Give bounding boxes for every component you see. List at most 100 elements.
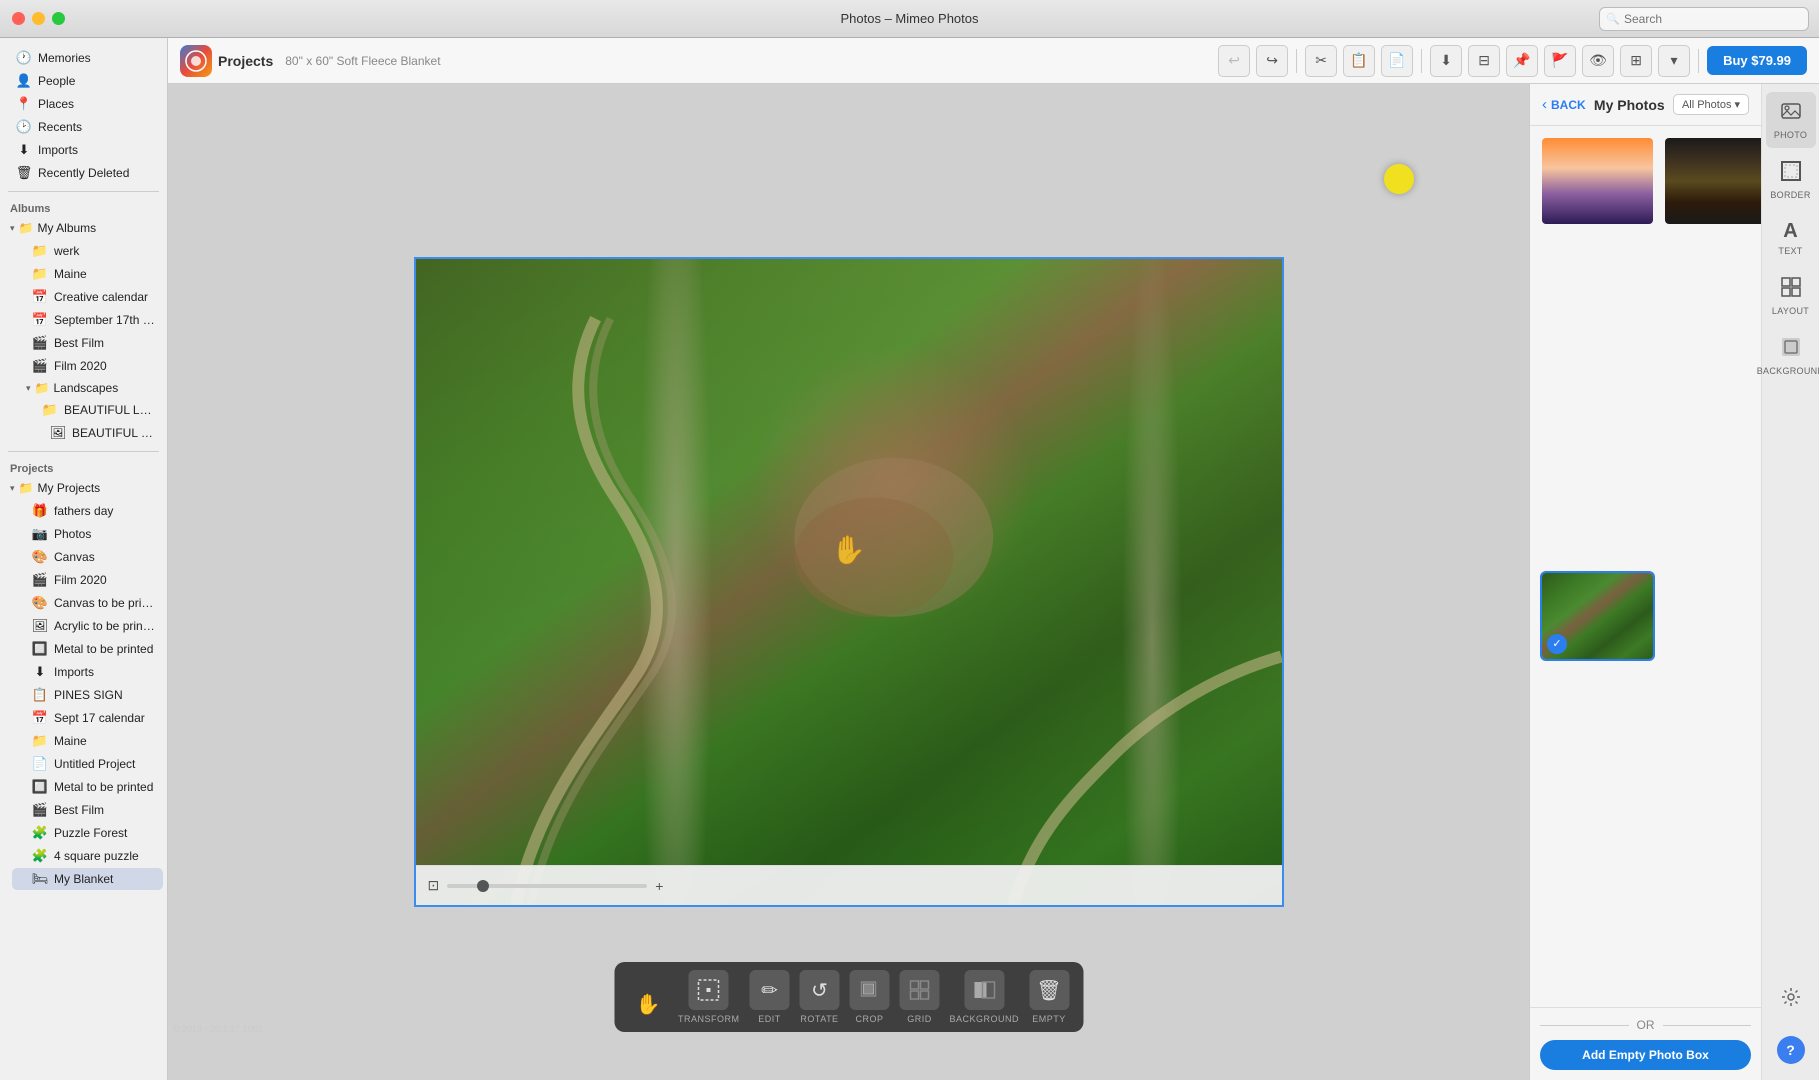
minimize-button[interactable] [32,12,45,25]
photo-thumb-aerial-selected[interactable]: ✓ [1540,571,1655,661]
more-button[interactable]: ▾ [1658,45,1690,77]
beautiful-l-icon: 🖼 [50,425,66,441]
maine-icon: 📁 [32,266,48,282]
sidebar-album-film2020[interactable]: 🎬 Film 2020 [12,355,163,377]
ri-text[interactable]: A TEXT [1766,212,1816,264]
tool-edit[interactable]: ✏ EDIT [749,970,789,1024]
sidebar-item-imports[interactable]: ⬇ Imports [4,139,163,161]
sidebar-project-photos[interactable]: 📷 Photos [12,523,163,545]
my-projects-toggle[interactable]: ▾ 📁 My Projects [4,478,163,498]
text-panel-label: TEXT [1778,246,1802,256]
sidebar-project-film2020[interactable]: 🎬 Film 2020 [12,569,163,591]
right-panel-header: ‹ BACK My Photos All Photos ▾ [1530,84,1761,126]
transform-icon [689,970,729,1010]
sidebar-project-acrylic[interactable]: 🖼 Acrylic to be printed [12,615,163,637]
tool-background[interactable]: BACKGROUND [949,970,1019,1024]
flag-button[interactable]: 🚩 [1544,45,1576,77]
empty-label: EMPTY [1032,1014,1066,1024]
tool-grid[interactable]: GRID [899,970,939,1024]
sidebar-item-places[interactable]: 📍 Places [4,93,163,115]
ri-photo[interactable]: PHOTO [1766,92,1816,148]
sidebar-item-recents[interactable]: 🕑 Recents [4,116,163,138]
sidebar-item-memories[interactable]: 🕐 Memories [4,47,163,69]
zoom-slider[interactable] [447,884,647,888]
add-photo-area: OR Add Empty Photo Box [1530,1007,1761,1080]
landscapes-toggle[interactable]: ▾ 📁 Landscapes [12,378,163,398]
sidebar-project-metal2[interactable]: 🔲 Metal to be printed [12,776,163,798]
tool-transform[interactable]: TRANSFORM [678,970,740,1024]
border-panel-label: BORDER [1770,190,1810,200]
ri-help[interactable]: ? [1766,1028,1816,1072]
maximize-button[interactable] [52,12,65,25]
toolbar-separator-2 [1421,49,1422,73]
sidebar-album-werk[interactable]: 📁 werk [12,240,163,262]
sidebar-item-recently-deleted[interactable]: 🗑 Recently Deleted [4,162,163,184]
photos-project-icon: 📷 [32,526,48,542]
people-icon: 👤 [16,73,32,89]
photo-thumb-forest-autumn[interactable] [1663,136,1761,226]
sunset-image [1542,138,1653,224]
sidebar-album-sept17[interactable]: 📅 September 17th sh... [12,309,163,331]
logo-svg [185,50,207,72]
search-input[interactable] [1599,7,1809,31]
sidebar-project-puzzle-forest[interactable]: 🧩 Puzzle Forest [12,822,163,844]
my-albums-toggle[interactable]: ▾ 📁 My Albums [4,218,163,238]
undo-button[interactable]: ↩ [1218,45,1250,77]
window-controls [12,12,65,25]
ri-border[interactable]: BORDER [1766,152,1816,208]
sidebar-project-canvas-print[interactable]: 🎨 Canvas to be print... [12,592,163,614]
metal-icon: 🔲 [32,641,48,657]
sidebar-project-metal[interactable]: 🔲 Metal to be printed [12,638,163,660]
ri-layout[interactable]: LAYOUT [1766,268,1816,324]
sidebar-item-people[interactable]: 👤 People [4,70,163,92]
layout-panel-label: LAYOUT [1772,306,1809,316]
sidebar-album-beautiful-l[interactable]: 🖼 BEAUTIFUL L... [12,422,163,444]
sidebar-album-beautiful-la[interactable]: 📁 BEAUTIFUL LA... [12,399,163,421]
sidebar-project-pines[interactable]: 📋 PINES SIGN [12,684,163,706]
albums-section-label: Albums [0,198,167,217]
tool-rotate[interactable]: ↺ ROTATE [799,970,839,1024]
sidebar-project-maine[interactable]: 📁 Maine [12,730,163,752]
download-button[interactable]: ⬇ [1430,45,1462,77]
sidebar-project-sept17-cal[interactable]: 📅 Sept 17 calendar [12,707,163,729]
forest-autumn-image [1665,138,1761,224]
sidebar-album-best-film[interactable]: 🎬 Best Film [12,332,163,354]
copy-button[interactable]: 📋 [1343,45,1375,77]
sidebar-project-best-film[interactable]: 🎬 Best Film [12,799,163,821]
ri-background[interactable]: BACKGROUND [1766,328,1816,384]
sidebar-project-imports[interactable]: ⬇ Imports [12,661,163,683]
close-button[interactable] [12,12,25,25]
eye-button[interactable]: 👁 [1582,45,1614,77]
toolbar-subtitle: 80" x 60" Soft Fleece Blanket [285,54,440,68]
sidebar-project-fathers-day[interactable]: 🎁 fathers day [12,500,163,522]
sidebar-project-my-blanket[interactable]: 🛏 My Blanket [12,868,163,890]
sidebar-album-creative-cal[interactable]: 📅 Creative calendar [12,286,163,308]
ri-settings[interactable] [1766,979,1816,1020]
paste-button[interactable]: 📄 [1381,45,1413,77]
sidebar-album-maine[interactable]: 📁 Maine [12,263,163,285]
buy-button[interactable]: Buy $79.99 [1707,46,1807,75]
chevron-down-icon: ▾ [10,223,15,234]
canvas-frame[interactable]: ✋ ⊡ + [414,257,1284,907]
back-arrow-icon: ‹ [1542,96,1547,113]
zoom-plus-icon[interactable]: + [655,878,663,894]
tool-crop[interactable]: CROP [849,970,889,1024]
back-button[interactable]: ‹ BACK [1542,96,1586,113]
pin-button[interactable]: 📌 [1506,45,1538,77]
cut-button[interactable]: ✂ [1305,45,1337,77]
layout-button[interactable]: ⊟ [1468,45,1500,77]
filter-label: All Photos [1682,99,1732,111]
tool-hand[interactable]: ✋ [628,984,668,1024]
frame-button[interactable]: ⊞ [1620,45,1652,77]
photo-thumb-sunset[interactable] [1540,136,1655,226]
add-photo-button[interactable]: Add Empty Photo Box [1540,1040,1751,1070]
sidebar-project-4square[interactable]: 🧩 4 square puzzle [12,845,163,867]
sidebar-project-untitled[interactable]: 📄 Untitled Project [12,753,163,775]
photos-filter-button[interactable]: All Photos ▾ [1673,94,1749,115]
redo-button[interactable]: ↪ [1256,45,1288,77]
acrylic-icon: 🖼 [32,618,48,634]
or-divider: OR [1540,1018,1751,1032]
canvas-project-icon: 🎨 [32,549,48,565]
tool-empty[interactable]: 🗑 EMPTY [1029,970,1069,1024]
sidebar-project-canvas[interactable]: 🎨 Canvas [12,546,163,568]
